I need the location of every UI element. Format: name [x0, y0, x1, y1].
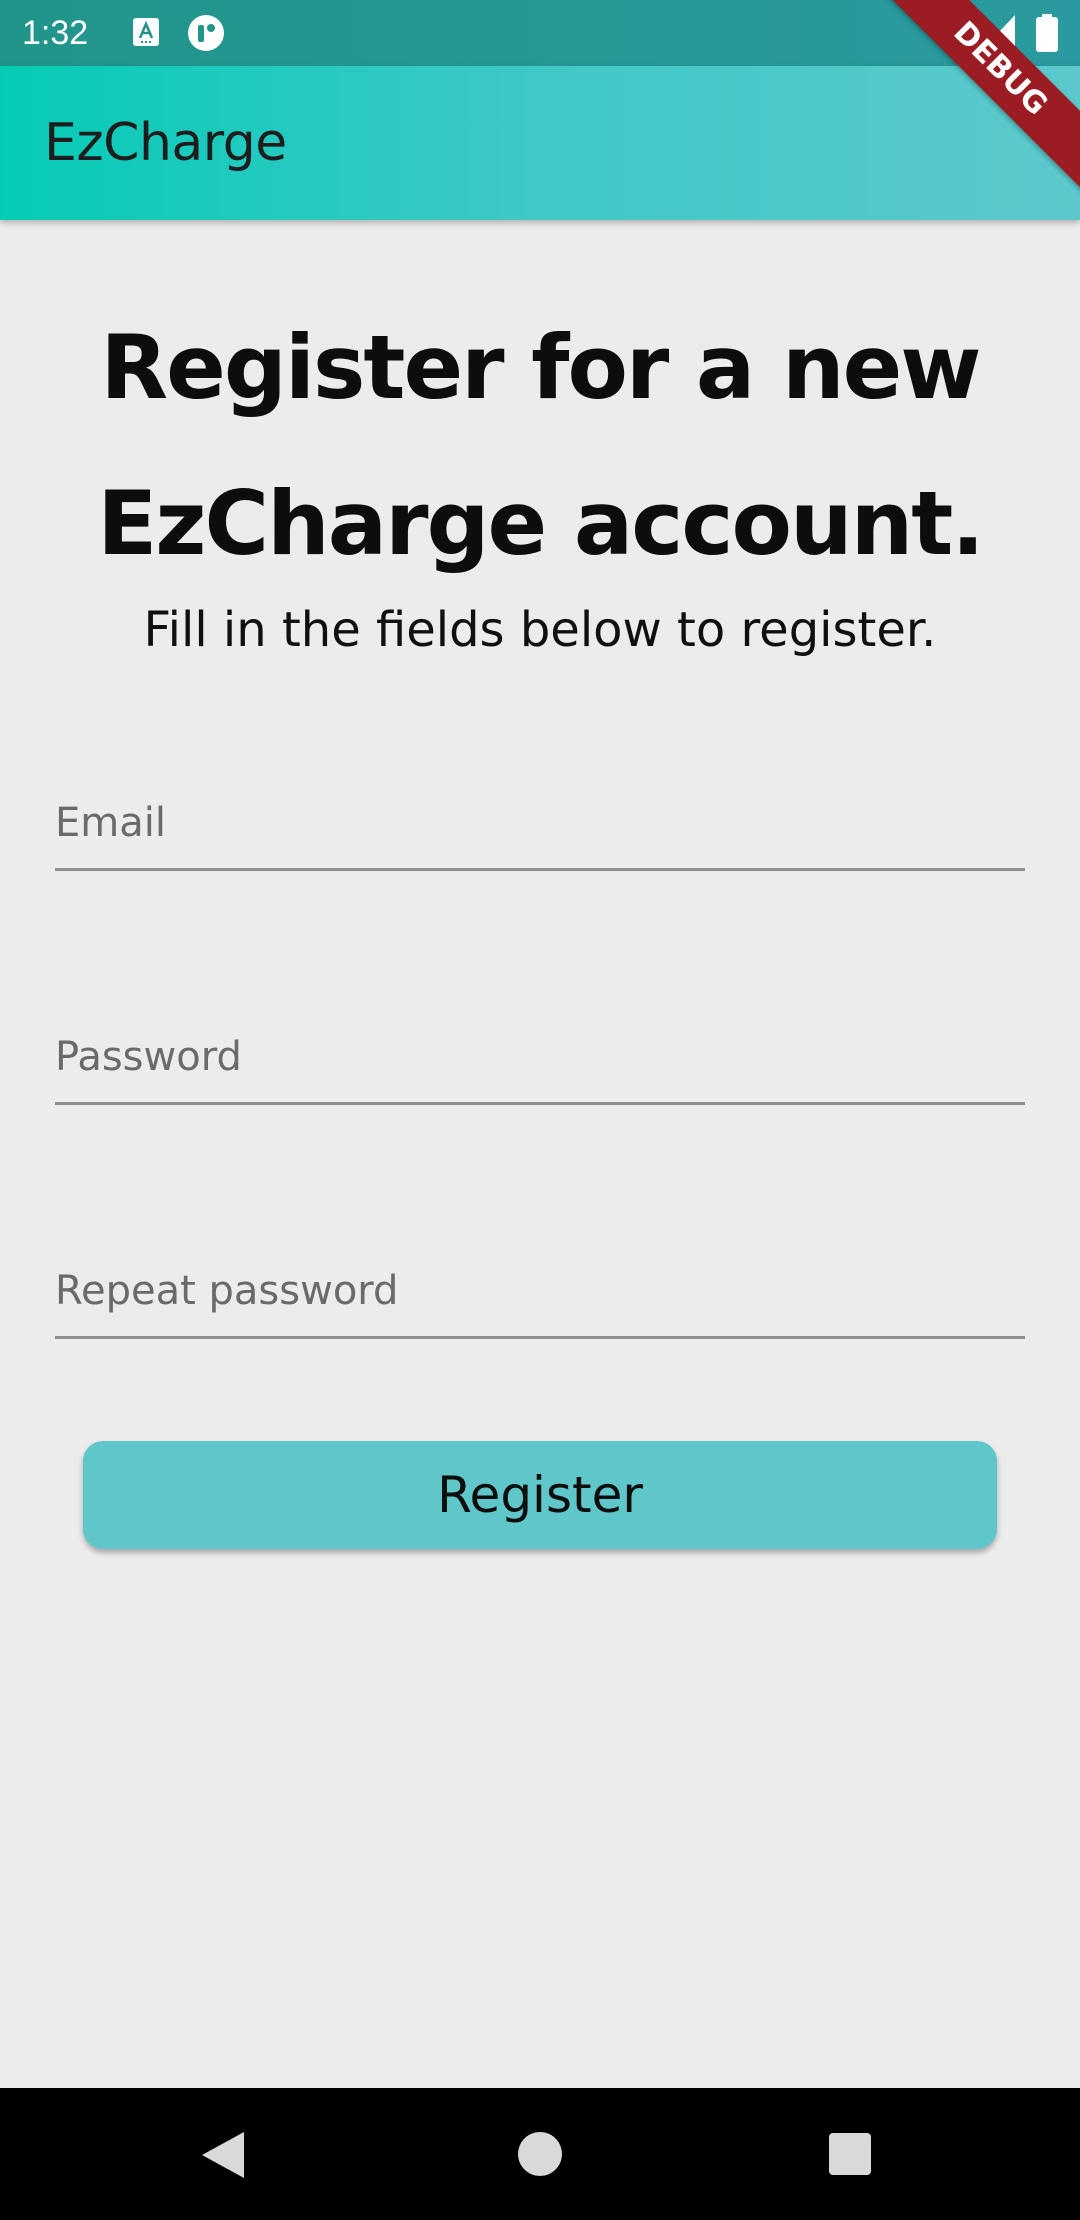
navigation-bar: [0, 2088, 1080, 2220]
repeat-password-label: Repeat password: [55, 1268, 399, 1314]
recents-icon[interactable]: [829, 2133, 871, 2175]
app-title: EzCharge: [44, 113, 287, 173]
battery-icon: [1036, 14, 1058, 52]
u-icon: [188, 15, 224, 51]
status-time: 1:32: [22, 14, 89, 52]
home-icon[interactable]: [518, 2132, 562, 2176]
email-field[interactable]: Email: [55, 778, 1025, 871]
page-title: Register for a new EzCharge account.: [97, 316, 985, 575]
back-icon[interactable]: [200, 2130, 246, 2180]
password-label: Password: [55, 1034, 242, 1080]
page-subtitle: Fill in the fields below to register.: [143, 602, 937, 658]
register-button[interactable]: Register: [83, 1441, 997, 1549]
app-bar: EzCharge: [0, 66, 1080, 220]
text-a-icon: [133, 18, 159, 46]
repeat-password-field[interactable]: Repeat password: [55, 1246, 1025, 1339]
password-field[interactable]: Password: [55, 1012, 1025, 1105]
email-label: Email: [55, 800, 166, 846]
